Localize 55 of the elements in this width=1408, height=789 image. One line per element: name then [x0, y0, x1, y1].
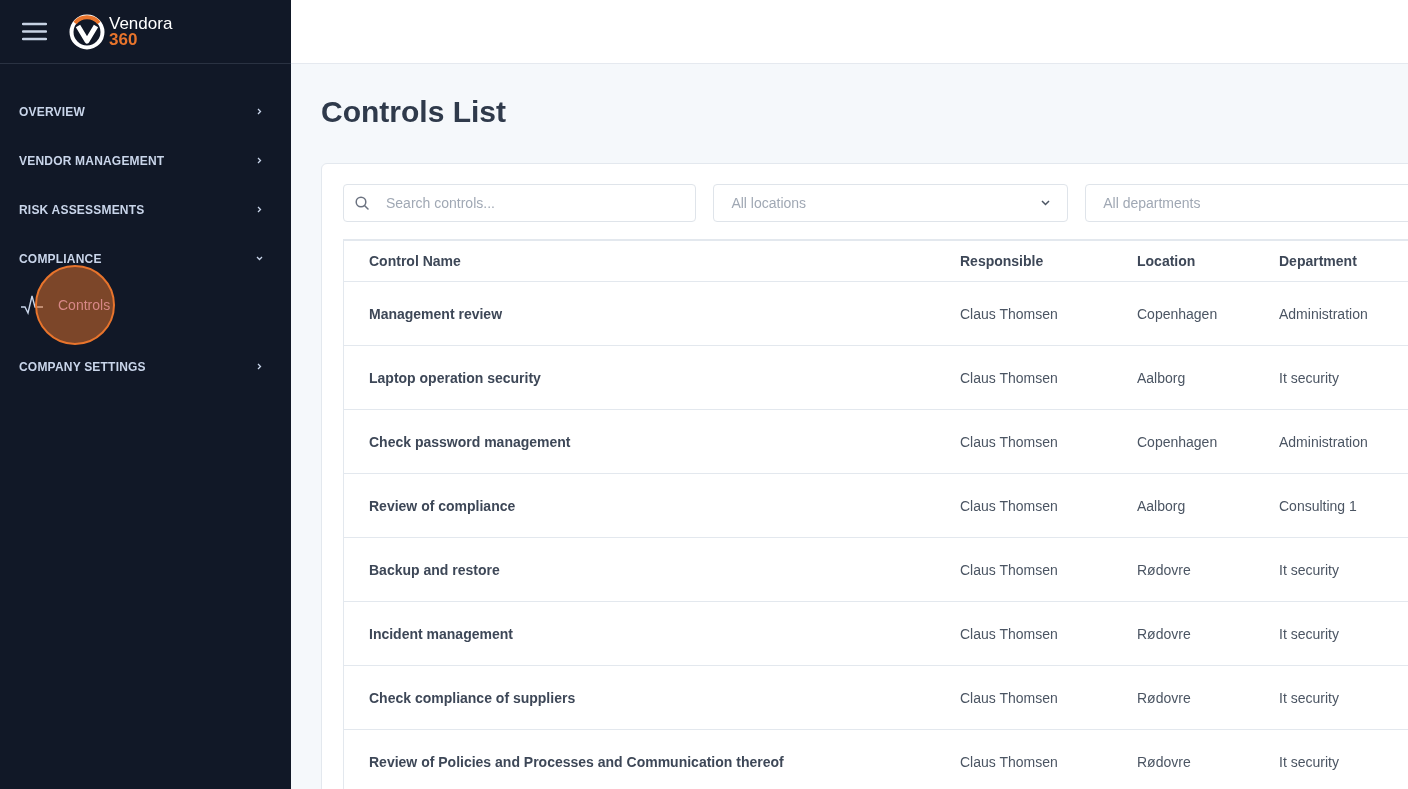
table-cell: Rødovre [1137, 561, 1191, 578]
chevron-down-icon [256, 255, 263, 262]
table-cell: Claus Thomsen [960, 689, 1058, 706]
table-cell: It security [1279, 561, 1339, 578]
chevron-right-icon [256, 108, 263, 115]
table-cell: Backup and restore [369, 561, 500, 578]
menu-icon[interactable] [22, 22, 47, 41]
table-cell: Aalborg [1137, 497, 1186, 514]
column-header: Department [1279, 253, 1357, 269]
table-cell: Claus Thomsen [960, 433, 1058, 450]
table-cell: Management review [369, 305, 503, 322]
sidebar-item[interactable]: COMPANY SETTINGS [0, 342, 291, 391]
table-cell: Consulting 1 [1279, 497, 1357, 514]
chevron-right-icon [256, 206, 263, 213]
table-cell: It security [1279, 689, 1339, 706]
chevron-right-icon [256, 157, 263, 164]
table-cell: Copenhagen [1137, 305, 1218, 322]
table-cell: Rødovre [1137, 625, 1191, 642]
sidebar-item[interactable]: COMPLIANCE [0, 234, 291, 283]
table-cell: Rødovre [1137, 753, 1191, 770]
table-cell: It security [1279, 369, 1339, 386]
search-field[interactable]: Search controls... [343, 184, 697, 222]
table-cell: Review of compliance [369, 497, 516, 514]
sidebar-item[interactable]: OVERVIEW [0, 87, 291, 136]
chevron-down-icon [1041, 200, 1051, 206]
table-cell: Administration [1279, 305, 1368, 322]
sidebar-item[interactable]: VENDOR MANAGEMENT [0, 136, 291, 185]
table-cell: Incident management [369, 625, 513, 642]
logo-icon [69, 13, 105, 50]
table-cell: Claus Thomsen [960, 561, 1058, 578]
table-cell: Aalborg [1137, 369, 1186, 386]
page-title: Controls List [321, 94, 507, 130]
table-cell: Claus Thomsen [960, 305, 1058, 322]
table-cell: Claus Thomsen [960, 369, 1058, 386]
brand-name: Vendora [109, 15, 173, 32]
table-cell: Claus Thomsen [960, 753, 1058, 770]
chevron-right-icon [256, 363, 263, 370]
table-cell: Rødovre [1137, 689, 1191, 706]
sidebar-item[interactable]: RISK ASSESSMENTS [0, 185, 291, 234]
column-header: Responsible [960, 253, 1044, 269]
table-cell: Check compliance of suppliers [369, 689, 576, 706]
table-cell: Review of Policies and Processes and Communication thereof [369, 753, 784, 770]
pulse-icon [20, 295, 44, 315]
table-cell: Laptop operation security [369, 369, 541, 386]
brand-number: 360 [109, 31, 139, 48]
table-cell: It security [1279, 625, 1339, 642]
table-cell: Copenhagen [1137, 433, 1218, 450]
table-cell: Claus Thomsen [960, 625, 1058, 642]
table-cell: Administration [1279, 433, 1368, 450]
search-icon [355, 196, 369, 210]
table-cell: Check password management [369, 433, 571, 450]
column-header: Location [1137, 253, 1196, 269]
table-cell: It security [1279, 753, 1339, 770]
table-cell: Claus Thomsen [960, 497, 1058, 514]
column-header: Control Name [369, 253, 461, 269]
